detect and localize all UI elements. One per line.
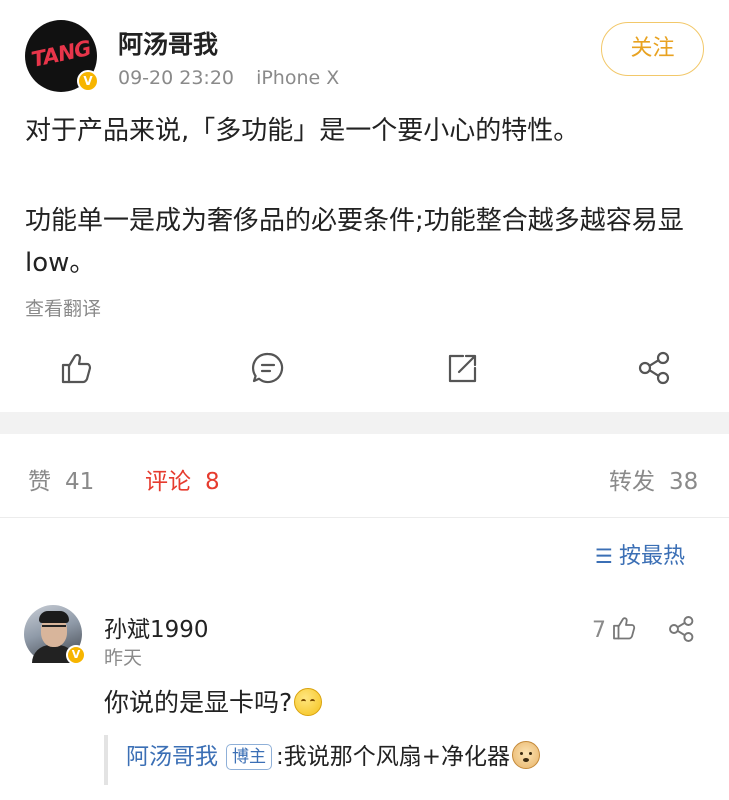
comment-text-content: 你说的是显卡吗? bbox=[104, 688, 293, 717]
reply-text: :我说那个风扇+净化器 bbox=[276, 744, 511, 770]
sort-label: 按最热 bbox=[618, 544, 685, 569]
translate-link[interactable]: 查看翻译 bbox=[25, 294, 101, 321]
post-body: 对于产品来说,「多功能」是一个要小心的特性。 功能单一是成为奢侈品的必要条件;功… bbox=[25, 110, 715, 284]
post-text-paragraph-1: 对于产品来说,「多功能」是一个要小心的特性。 bbox=[25, 116, 580, 146]
post-time: 09-20 23:20 bbox=[118, 67, 235, 89]
commenter-avatar[interactable]: V bbox=[24, 605, 86, 665]
comment-item: V 孙斌1990 昨天 7 你说的是显卡吗? 阿汤哥我 博主:我说那个风扇+净化器 bbox=[0, 595, 729, 800]
thumbs-up-icon bbox=[613, 617, 636, 640]
section-separator bbox=[0, 412, 729, 434]
sort-icon: ☰ bbox=[595, 544, 613, 568]
tab-reposts-count: 38 bbox=[669, 469, 699, 495]
sort-button[interactable]: ☰ 按最热 bbox=[595, 538, 685, 570]
post-text-paragraph-2: 功能单一是成为奢侈品的必要条件;功能整合越多越容易显 low。 bbox=[25, 206, 684, 278]
comment-share-icon[interactable] bbox=[666, 613, 698, 645]
verified-badge-icon: V bbox=[66, 645, 86, 665]
stats-tab-bar: 赞 41 评论 8 转发 38 bbox=[0, 434, 729, 518]
share-icon[interactable] bbox=[635, 348, 675, 388]
post-action-bar bbox=[0, 340, 729, 396]
tab-reposts-label: 转发 bbox=[609, 469, 655, 495]
post-header: TANG V 阿汤哥我 09-20 23:20 iPhone X 关注 bbox=[0, 0, 729, 100]
comment-icon[interactable] bbox=[248, 348, 288, 388]
tab-likes[interactable]: 赞 41 bbox=[28, 462, 94, 496]
tab-likes-count: 41 bbox=[65, 469, 95, 495]
post-device: iPhone X bbox=[256, 67, 340, 89]
smile-emoji-icon bbox=[294, 688, 323, 716]
commenter-name[interactable]: 孙斌1990 bbox=[104, 610, 209, 644]
post-meta: 09-20 23:20 iPhone X bbox=[118, 67, 355, 89]
author-name[interactable]: 阿汤哥我 bbox=[118, 25, 218, 61]
tab-reposts[interactable]: 转发 38 bbox=[609, 462, 698, 496]
reply-preview[interactable]: 阿汤哥我 博主:我说那个风扇+净化器 bbox=[104, 735, 714, 785]
verified-badge-icon: V bbox=[77, 70, 99, 92]
thumbs-up-icon[interactable] bbox=[55, 348, 95, 388]
author-tag-badge: 博主 bbox=[226, 744, 272, 770]
tab-comments-count: 8 bbox=[205, 469, 220, 495]
follow-button[interactable]: 关注 bbox=[601, 22, 704, 76]
comment-text: 你说的是显卡吗? bbox=[104, 683, 323, 719]
comment-time: 昨天 bbox=[104, 647, 143, 669]
author-avatar[interactable]: TANG V bbox=[25, 20, 99, 92]
repost-icon[interactable] bbox=[442, 348, 482, 388]
tab-comments-label: 评论 bbox=[145, 469, 191, 495]
tab-comments[interactable]: 评论 8 bbox=[145, 462, 220, 496]
tab-likes-label: 赞 bbox=[28, 469, 51, 495]
doge-emoji-icon bbox=[512, 741, 541, 769]
avatar-logo-text: TANG bbox=[29, 36, 93, 72]
comment-like-count: 7 bbox=[592, 618, 606, 643]
reply-author[interactable]: 阿汤哥我 bbox=[126, 744, 218, 770]
comment-like-button[interactable]: 7 bbox=[592, 613, 638, 643]
